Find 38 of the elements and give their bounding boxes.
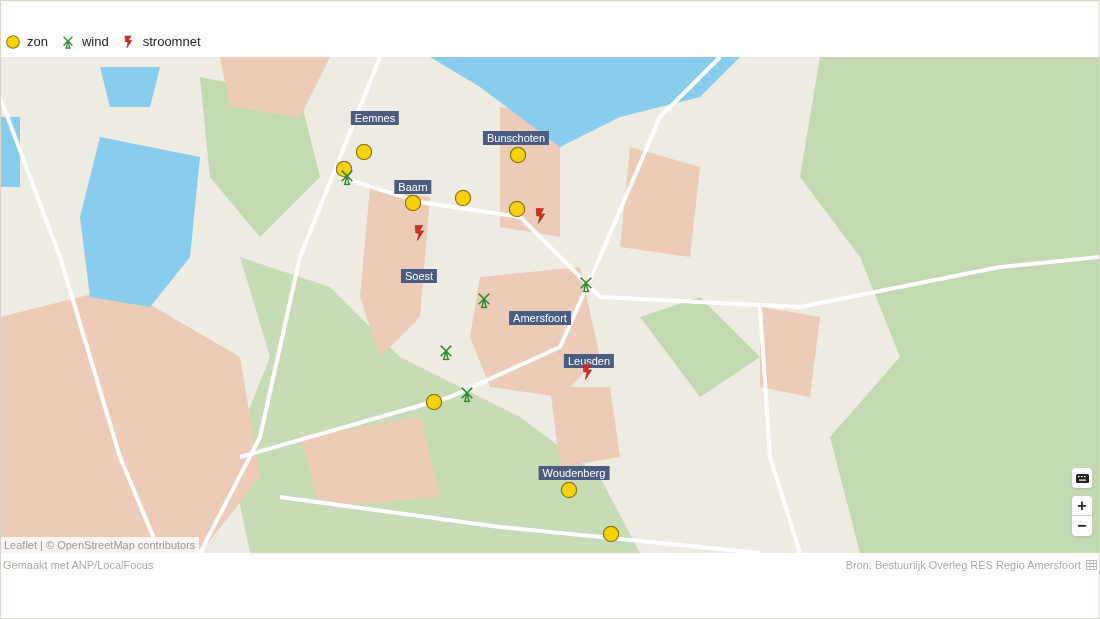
sun-marker-icon — [355, 143, 373, 161]
sun-marker-icon — [602, 525, 620, 543]
lightning-bolt-icon — [414, 224, 426, 242]
place-label: Soest — [400, 269, 438, 283]
windmill-icon — [475, 291, 493, 309]
legend-label: stroomnet — [142, 33, 201, 52]
zoom-in-button[interactable]: + — [1072, 496, 1092, 516]
place-label: Woudenberg — [538, 466, 610, 480]
sun-marker-icon — [509, 146, 527, 164]
place-label: Amersfoort — [509, 311, 571, 325]
windmill-icon — [60, 35, 75, 49]
legend-label: wind — [81, 33, 109, 52]
lightning-bolt-icon — [123, 35, 134, 49]
map[interactable]: Eemnes Bunschoten Baarn Soest Amersfoort Leusden Woudenberg Leaflet | © OpenStreetMap contributors + − — [1, 57, 1099, 553]
legend-label: zon — [27, 33, 48, 52]
map-attribution: Leaflet | © OpenStreetMap contributors — [1, 537, 200, 553]
credit-text: Gemaakt met ANP/LocalFocus — [3, 558, 154, 573]
sun-marker-icon — [404, 194, 422, 212]
place-label: Bunschoten — [482, 131, 550, 145]
keyboard-icon — [1075, 473, 1089, 483]
lightning-bolt-icon — [535, 207, 547, 225]
windmill-icon — [338, 168, 356, 186]
sun-marker-icon — [425, 393, 443, 411]
source-text: Bron: Bestuurlijk Overleg RES Regio Amersfoort — [845, 558, 1081, 573]
sun-marker-icon — [335, 160, 353, 178]
lightning-bolt-icon — [582, 363, 594, 381]
zoom-out-button[interactable]: − — [1072, 516, 1092, 536]
sun-marker-icon — [560, 481, 578, 499]
windmill-icon — [458, 385, 476, 403]
place-label: Leusden — [563, 354, 615, 368]
place-label: Baarn — [394, 180, 432, 194]
sun-marker-icon — [454, 189, 472, 207]
keyboard-button[interactable] — [1072, 468, 1092, 488]
sun-marker-icon — [508, 200, 526, 218]
windmill-icon — [577, 275, 595, 293]
windmill-icon — [437, 343, 455, 361]
sun-marker-icon — [6, 35, 20, 49]
place-label: Eemnes — [350, 111, 400, 125]
